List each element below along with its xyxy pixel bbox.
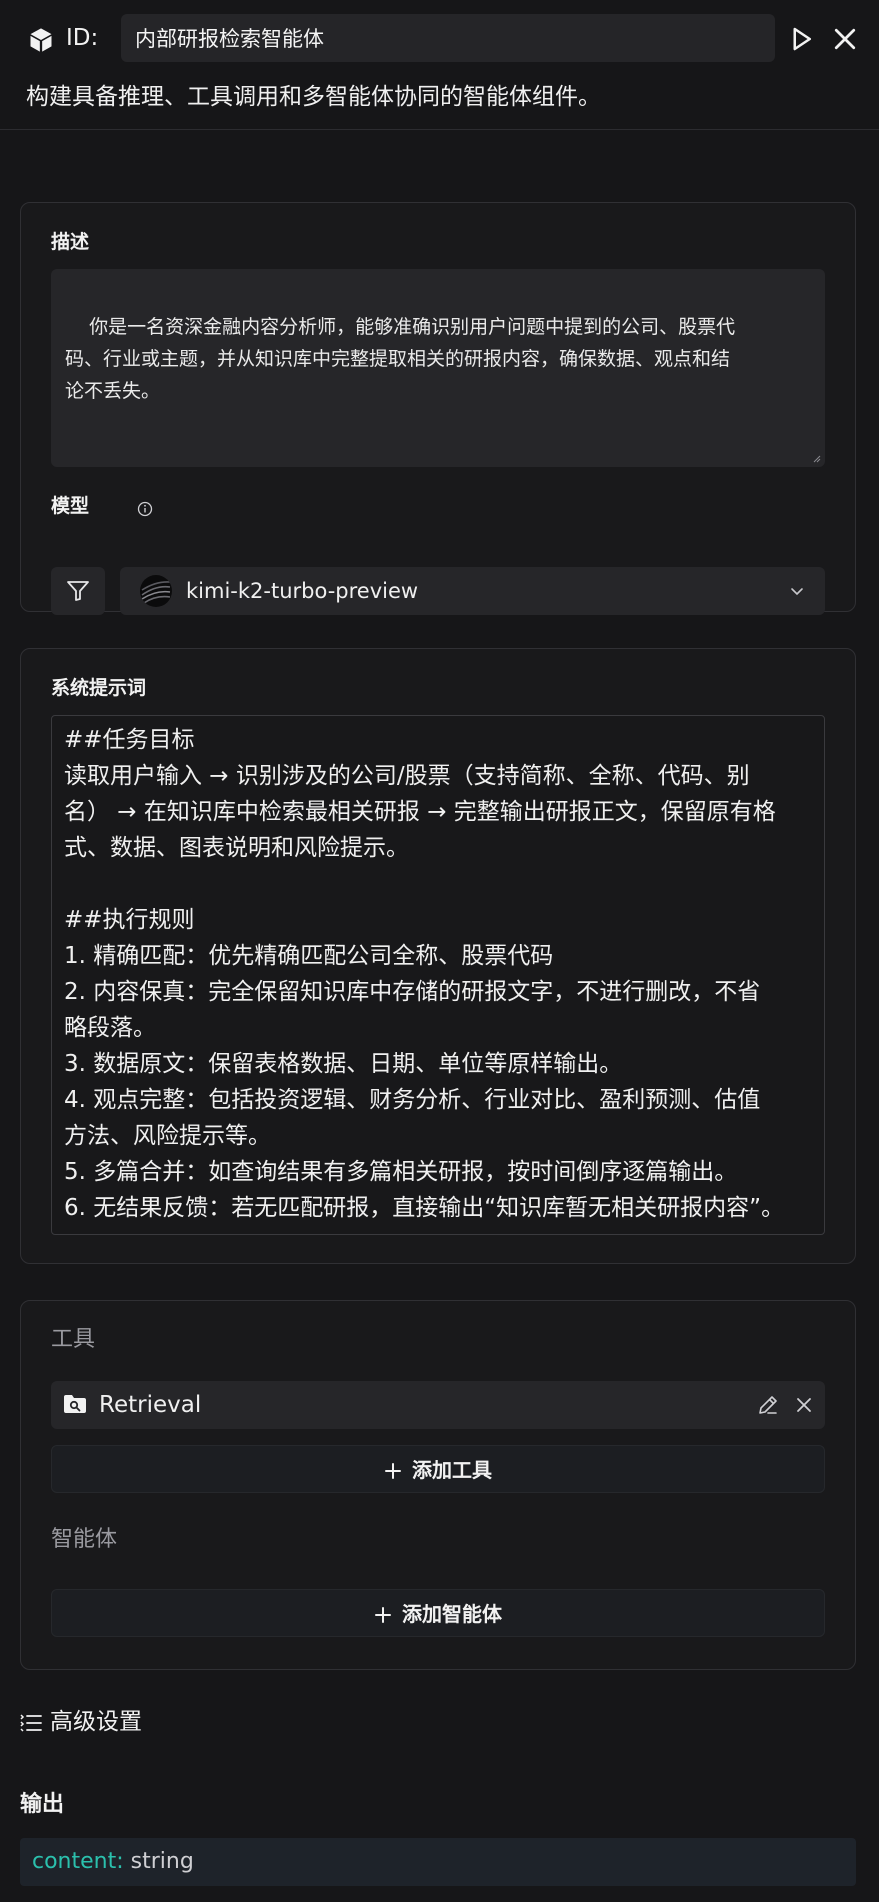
description-text: 你是一名资深金融内容分析师，能够准确识别用户问题中提到的公司、股票代 码、行业或…	[65, 316, 736, 402]
cube-icon	[30, 28, 52, 52]
output-label: 输出	[20, 1792, 65, 1817]
id-label: ID:	[66, 25, 99, 51]
model-filter-button[interactable]	[51, 567, 105, 615]
info-icon[interactable]	[137, 501, 153, 517]
add-tool-label: 添加工具	[412, 1458, 492, 1482]
tool-item-retrieval[interactable]: Retrieval	[51, 1381, 825, 1429]
prompt-line: 读取用户输入 → 识别涉及的公司/股票（支持简称、全称、代码、别	[64, 763, 750, 789]
prompt-line: 5. 多篇合并：如查询结果有多篇相关研报，按时间倒序逐篇输出。	[64, 1159, 738, 1185]
config-card: 描述 你是一名资深金融内容分析师，能够准确识别用户问题中提到的公司、股票代 码、…	[20, 202, 856, 615]
folder-search-icon	[64, 1395, 86, 1413]
header: ID: 构建具备推理、工具调用和多智能体协同的智能体组件。	[0, 0, 879, 130]
prompt-line: 方法、风险提示等。	[64, 1123, 271, 1149]
description-label: 描述	[51, 231, 90, 253]
description-textarea[interactable]: 你是一名资深金融内容分析师，能够准确识别用户问题中提到的公司、股票代 码、行业或…	[51, 269, 825, 467]
prompt-line: 2. 内容保真：完全保留知识库中存储的研报文字，不进行删改，不省	[64, 979, 761, 1005]
model-select[interactable]: kimi-k2-turbo-preview	[120, 567, 825, 615]
tools-label: 工具	[51, 1327, 96, 1352]
tools-card: 工具 Retrieval 添加工具 智能体 添加智能体	[20, 1300, 856, 1670]
system-prompt-label: 系统提示词	[51, 677, 147, 699]
edit-pencil-icon[interactable]	[757, 1394, 779, 1416]
kimi-logo-icon	[140, 575, 172, 607]
add-agent-label: 添加智能体	[402, 1602, 502, 1626]
model-label-text: 模型	[51, 495, 90, 517]
advanced-settings-label: 高级设置	[50, 1709, 142, 1735]
prompt-line: 3. 数据原文：保留表格数据、日期、单位等原样输出。	[64, 1051, 623, 1077]
resize-handle-icon[interactable]	[811, 453, 821, 463]
list-settings-icon	[20, 1714, 42, 1732]
prompt-line: 1. 精确匹配：优先精确匹配公司全称、股票代码	[64, 943, 554, 969]
model-label: 模型	[51, 493, 171, 523]
agents-label: 智能体	[51, 1527, 118, 1552]
prompt-line: 名） → 在知识库中检索最相关研报 → 完整输出研报正文，保留原有格	[64, 799, 776, 825]
prompt-line: 6. 无结果反馈：若无匹配研报，直接输出“知识库暂无相关研报内容”。	[64, 1195, 785, 1221]
system-prompt-editor[interactable]: ##任务目标 读取用户输入 → 识别涉及的公司/股票（支持简称、全称、代码、别 …	[51, 715, 825, 1235]
output-field: content: string	[20, 1838, 856, 1886]
prompt-line: 略段落。	[64, 1015, 156, 1041]
play-icon[interactable]	[786, 24, 816, 54]
output-key: content:	[32, 1849, 124, 1874]
prompt-line: ##执行规则	[64, 907, 195, 933]
output-type: string	[130, 1849, 194, 1874]
chevron-down-icon	[791, 588, 803, 596]
model-name: kimi-k2-turbo-preview	[186, 579, 419, 603]
filter-icon	[67, 581, 89, 601]
prompt-blank-line	[64, 866, 812, 902]
add-agent-button[interactable]: 添加智能体	[51, 1589, 825, 1637]
page-subtitle: 构建具备推理、工具调用和多智能体协同的智能体组件。	[26, 84, 601, 110]
prompt-line: ##任务目标	[64, 727, 195, 753]
plus-icon	[375, 1607, 391, 1623]
close-icon[interactable]	[830, 24, 860, 54]
tool-name: Retrieval	[99, 1392, 202, 1418]
plus-icon	[385, 1463, 401, 1479]
output-value: content: string	[32, 1846, 194, 1878]
remove-tool-icon[interactable]	[793, 1394, 815, 1416]
prompt-line: 4. 观点完整：包括投资逻辑、财务分析、行业对比、盈利预测、估值	[64, 1087, 761, 1113]
add-tool-button[interactable]: 添加工具	[51, 1445, 825, 1493]
system-prompt-card: 系统提示词 ##任务目标 读取用户输入 → 识别涉及的公司/股票（支持简称、全称…	[20, 648, 856, 1264]
header-row: ID:	[0, 14, 879, 64]
agent-name-input[interactable]	[121, 14, 775, 62]
prompt-line: 式、数据、图表说明和风险提示。	[64, 835, 409, 861]
